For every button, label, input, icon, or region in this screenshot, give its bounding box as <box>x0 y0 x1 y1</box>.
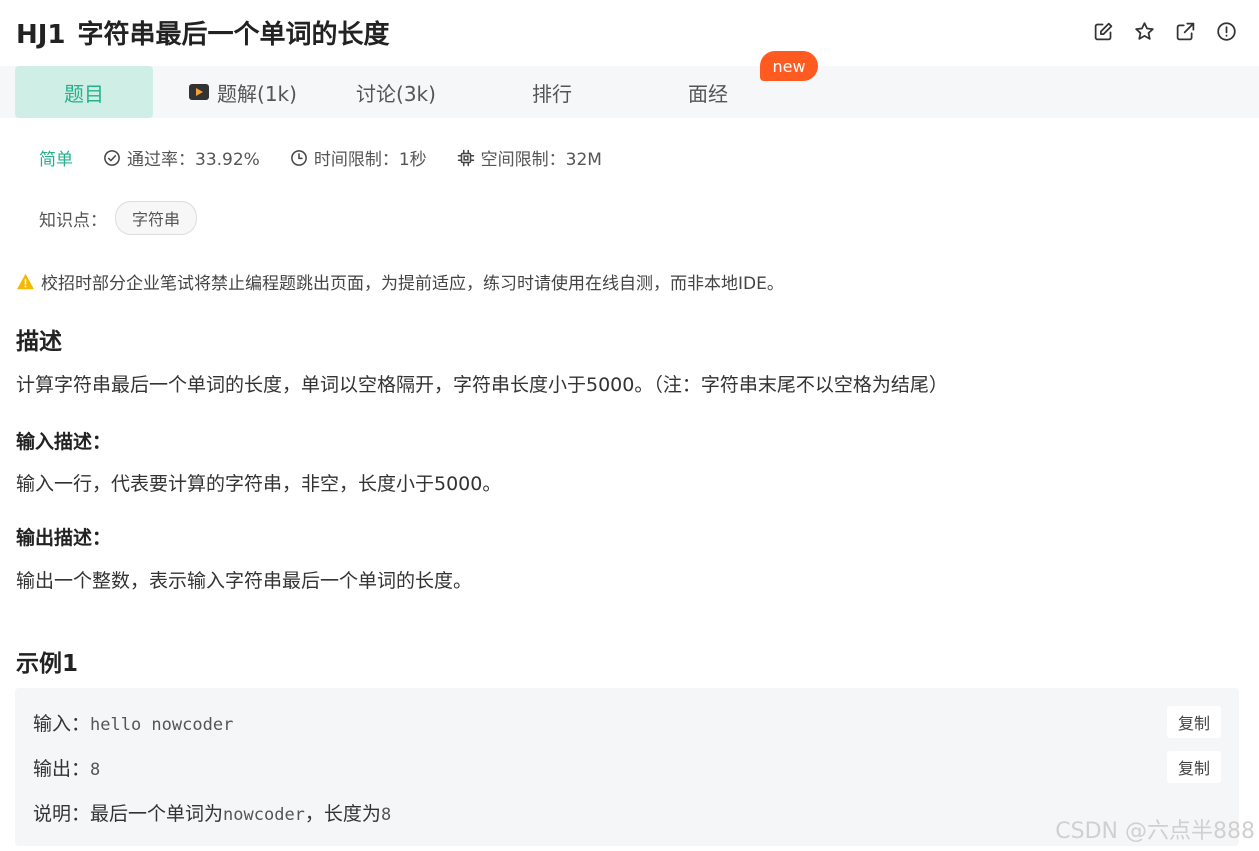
tab-label: 面经 <box>688 81 728 106</box>
explain-code: nowcoder <box>223 805 305 825</box>
star-icon[interactable] <box>1133 20 1155 42</box>
explain-label: 说明： <box>33 803 91 825</box>
difficulty-label: 简单 <box>39 150 73 170</box>
space-limit-text: 空间限制：32M <box>480 150 602 170</box>
copy-output-button[interactable]: 复制 <box>1167 751 1221 783</box>
input-label: 输入： <box>33 713 91 735</box>
problem-tabs: 题目 题解(1k) 讨论(3k) 排行 面经 <box>0 66 1259 118</box>
input-desc-text: 输入一行，代表要计算的字符串，非空，长度小于5000。 <box>16 473 502 495</box>
output-value: 8 <box>90 760 101 780</box>
problem-header: HJ1 字符串最后一个单词的长度 <box>0 0 1259 66</box>
knowledge-points: 知识点： 字符串 <box>39 201 198 235</box>
space-limit: 空间限制：32M <box>457 145 602 170</box>
explain-mid: ，长度为 <box>304 803 381 825</box>
tab-ranking[interactable]: 排行 <box>512 66 592 118</box>
check-circle-icon <box>104 149 120 166</box>
output-label: 输出： <box>33 758 91 780</box>
tab-label: 题解(1k) <box>217 81 297 106</box>
problem-name: 字符串最后一个单词的长度 <box>77 20 390 50</box>
clock-icon <box>290 149 307 166</box>
tab-label: 题目 <box>64 81 104 106</box>
knowledge-label: 知识点： <box>39 210 107 231</box>
tab-label: 讨论(3k) <box>356 81 436 106</box>
output-desc-text: 输出一个整数，表示输入字符串最后一个单词的长度。 <box>16 570 473 592</box>
watermark: CSDN @六点半888 <box>1055 819 1255 844</box>
example-input-row: 输入： hello nowcoder <box>33 709 233 736</box>
explain-num: 8 <box>380 805 392 825</box>
knowledge-tag[interactable]: 字符串 <box>115 201 198 235</box>
problem-title: HJ1 字符串最后一个单词的长度 <box>16 14 390 51</box>
time-limit: 时间限制：1秒 <box>290 145 427 170</box>
tab-label: 排行 <box>532 81 572 106</box>
share-icon[interactable] <box>1174 20 1196 42</box>
pass-rate: 通过率：33.92% <box>103 145 260 170</box>
tab-problem[interactable]: 题目 <box>15 66 153 118</box>
copy-input-button[interactable]: 复制 <box>1167 706 1221 738</box>
example-heading: 示例1 <box>16 651 79 677</box>
header-actions <box>1092 20 1237 42</box>
description-heading: 描述 <box>16 329 62 355</box>
example-explain-row: 说明： 最后一个单词为 nowcoder ，长度为 8 <box>33 799 391 826</box>
explain-prefix: 最后一个单词为 <box>90 803 224 825</box>
description-text: 计算字符串最后一个单词的长度，单词以空格隔开，字符串长度小于5000。（注：字符… <box>16 374 948 396</box>
input-desc-heading: 输入描述： <box>16 431 112 453</box>
video-icon <box>189 84 210 100</box>
warning-icon <box>17 273 34 290</box>
tab-solutions[interactable]: 题解(1k) <box>180 66 306 118</box>
pass-rate-text: 通过率：33.92% <box>127 150 260 170</box>
example-output-row: 输出： 8 <box>33 754 100 781</box>
new-badge: new <box>760 51 818 81</box>
report-icon[interactable] <box>1215 20 1237 42</box>
warning-text: 校招时部分企业笔试将禁止编程题跳出页面，为提前适应，练习时请使用在线自测，而非本… <box>41 274 784 294</box>
time-limit-text: 时间限制：1秒 <box>313 150 427 170</box>
problem-code: HJ1 <box>16 20 66 50</box>
tab-discussion[interactable]: 讨论(3k) <box>340 66 452 118</box>
warning-notice: 校招时部分企业笔试将禁止编程题跳出页面，为提前适应，练习时请使用在线自测，而非本… <box>16 269 784 294</box>
tab-interviews[interactable]: 面经 <box>668 66 748 118</box>
chip-icon <box>457 149 474 166</box>
edit-icon[interactable] <box>1092 20 1114 42</box>
problem-meta: 简单 通过率：33.92% 时间限制：1秒 空间限制：32M <box>39 145 632 170</box>
input-value: hello nowcoder <box>90 715 234 735</box>
output-desc-heading: 输出描述： <box>16 527 112 549</box>
